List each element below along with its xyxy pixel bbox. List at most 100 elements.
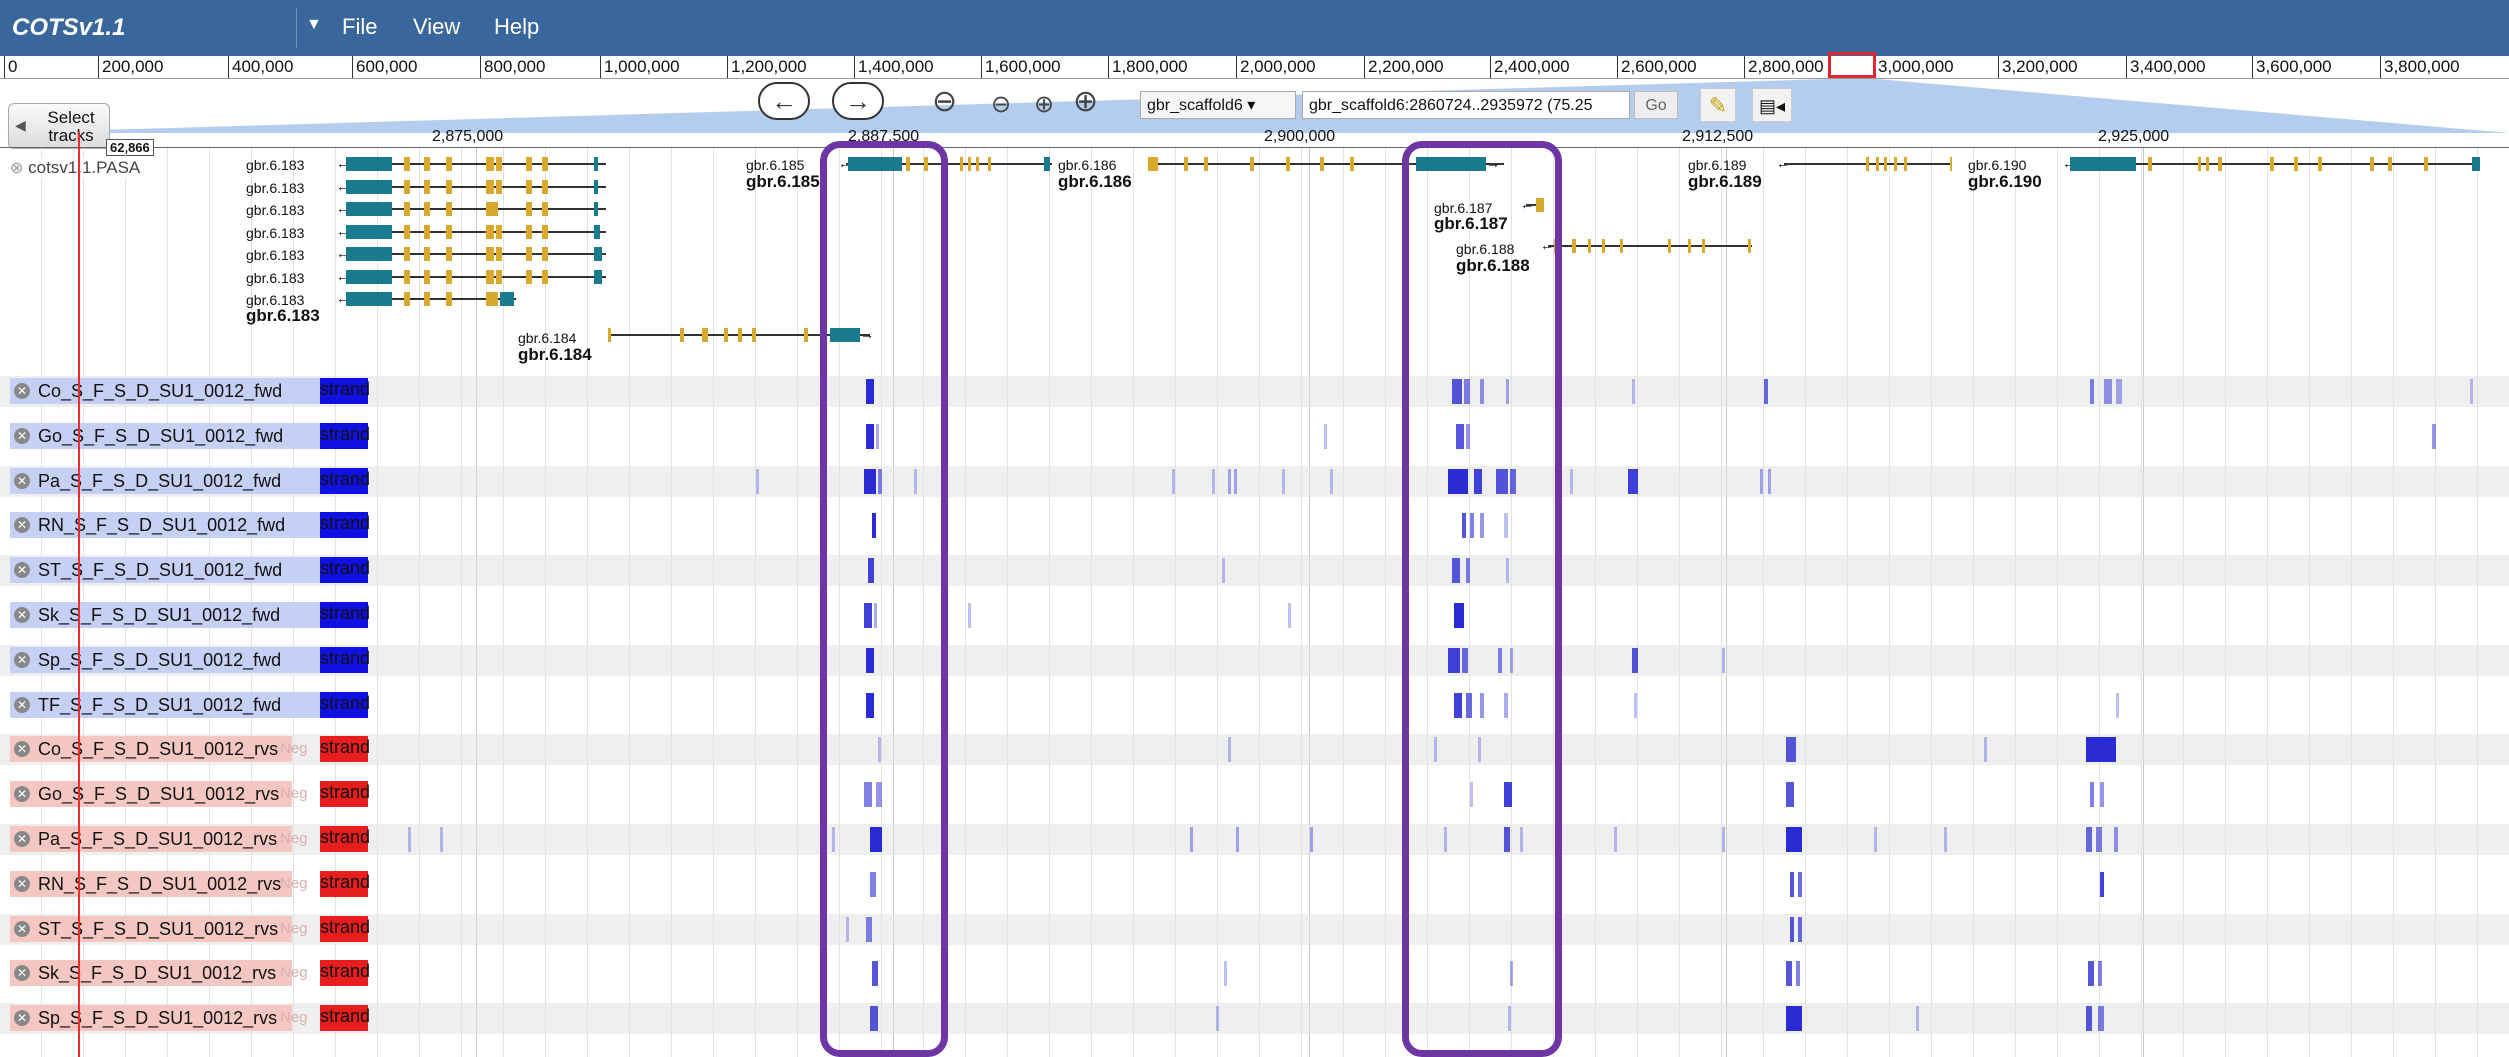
coverage-track-row[interactable]: ✕ Sp_S_F_S_D_SU1_0012_fwd strand	[0, 644, 2509, 676]
transcript-model[interactable]: ←	[1540, 237, 1752, 253]
go-button[interactable]: Go	[1634, 91, 1678, 119]
app-title[interactable]: COTSv1.1	[12, 14, 125, 42]
coverage-track-row[interactable]: ✕ Co_S_F_S_D_SU1_0012_fwd strand	[0, 376, 2509, 407]
transcript-model[interactable]: ←	[2062, 155, 2480, 171]
track-label[interactable]: ✕ Sk_S_F_S_D_SU1_0012_rvs	[10, 960, 292, 987]
coverage-track-row[interactable]: ✕ Pa_S_F_S_D_SU1_0012_rvs Neg strand	[0, 824, 2509, 855]
close-track-icon[interactable]: ✕	[14, 383, 30, 399]
track-label[interactable]: ✕ TF_S_F_S_D_SU1_0012_fwd	[10, 691, 328, 718]
coverage-track-row[interactable]: ✕ Go_S_F_S_D_SU1_0012_rvs Neg strand	[0, 779, 2509, 810]
track-label[interactable]: ✕ Sk_S_F_S_D_SU1_0012_fwd	[10, 602, 328, 628]
gene-name[interactable]: gbr.6.189	[1688, 172, 1762, 192]
gene-name[interactable]: gbr.6.184	[518, 345, 592, 365]
zoom-in-small-icon[interactable]: ⊕	[1034, 90, 1054, 119]
coverage-bar	[1632, 379, 1635, 404]
coverage-track-row[interactable]: ✕ Co_S_F_S_D_SU1_0012_rvs Neg strand	[0, 734, 2509, 766]
coverage-bar	[1632, 647, 1638, 673]
close-track-icon[interactable]: ✕	[14, 875, 30, 892]
close-track-icon[interactable]: ✕	[14, 517, 30, 534]
track-label[interactable]: ✕ Go_S_F_S_D_SU1_0012_rvs	[10, 781, 292, 808]
coverage-track-row[interactable]: ✕ TF_S_F_S_D_SU1_0012_fwd strand	[0, 690, 2509, 721]
track-label[interactable]: ✕ Co_S_F_S_D_SU1_0012_rvs	[10, 736, 292, 763]
zoom-in-large-icon[interactable]: ⊕	[1073, 84, 1098, 119]
transcript-model[interactable]: ←	[1776, 155, 1952, 171]
transcript-model[interactable]: ←	[336, 155, 606, 171]
transcript-model[interactable]: ←	[336, 178, 606, 194]
track-label[interactable]: ✕ ST_S_F_S_D_SU1_0012_rvs	[10, 915, 292, 942]
gene-label[interactable]: gbr.6.183	[246, 270, 304, 286]
menu-file[interactable]: File	[342, 14, 377, 40]
track-label[interactable]: ✕ Co_S_F_S_D_SU1_0012_fwd	[10, 378, 328, 404]
close-track-icon[interactable]: ✕	[14, 786, 30, 803]
close-track-icon[interactable]: ✕	[14, 427, 30, 444]
track-label[interactable]: ✕ RN_S_F_S_D_SU1_0012_rvs	[10, 870, 292, 897]
track-label[interactable]: ✕ Pa_S_F_S_D_SU1_0012_rvs	[10, 826, 292, 852]
gene-label[interactable]: gbr.6.184	[518, 330, 576, 346]
track-label-pasa[interactable]: ⊗ cotsv1.1.PASA	[6, 158, 145, 178]
coverage-track-row[interactable]: ✕ Pa_S_F_S_D_SU1_0012_fwd strand	[0, 465, 2509, 497]
gene-label[interactable]: gbr.6.183	[246, 202, 304, 218]
reference-sequence-select[interactable]: gbr_scaffold6 ▾	[1140, 91, 1296, 119]
transcript-model[interactable]: ←	[336, 245, 606, 261]
overview-tick: 600,000	[352, 56, 417, 78]
menu-bar: COTSv1.1 ▼ File View Help	[0, 0, 2509, 56]
close-track-icon[interactable]: ✕	[14, 696, 30, 713]
track-label[interactable]: ✕ ST_S_F_S_D_SU1_0012_fwd	[10, 557, 328, 584]
zoom-out-small-icon[interactable]: ⊖	[991, 90, 1011, 119]
close-track-icon[interactable]: ✕	[14, 965, 30, 982]
highlight-button[interactable]: ✎	[1700, 88, 1736, 122]
show-hide-tracks-button[interactable]: ▤◂	[1752, 88, 1792, 122]
track-label[interactable]: ✕ Pa_S_F_S_D_SU1_0012_fwd	[10, 467, 328, 494]
gene-label[interactable]: gbr.6.183	[246, 157, 304, 173]
transcript-model[interactable]: ←	[336, 223, 606, 239]
menu-help[interactable]: Help	[494, 14, 539, 40]
gene-name[interactable]: gbr.6.186	[1058, 172, 1132, 192]
close-track-icon[interactable]: ✕	[14, 831, 30, 847]
track-label[interactable]: ✕ Sp_S_F_S_D_SU1_0012_rvs	[10, 1005, 292, 1032]
pan-left-button[interactable]: ←	[758, 82, 810, 120]
close-track-icon[interactable]: ✕	[14, 607, 30, 623]
close-track-icon[interactable]: ✕	[14, 562, 30, 579]
transcript-model[interactable]: ←	[336, 200, 606, 216]
track-label[interactable]: ✕ RN_S_F_S_D_SU1_0012_fwd	[10, 512, 328, 539]
gene-label[interactable]: gbr.6.183	[246, 225, 304, 241]
coverage-track-row[interactable]: ✕ ST_S_F_S_D_SU1_0012_rvs Neg strand	[0, 913, 2509, 945]
close-track-icon[interactable]: ✕	[14, 741, 30, 758]
gene-label[interactable]: gbr.6.183	[246, 247, 304, 263]
overview-ruler[interactable]: 0 200,000 400,000 600,000 800,000 1,000,…	[0, 56, 2509, 79]
gene-name[interactable]: gbr.6.185	[746, 172, 820, 192]
menu-view[interactable]: View	[413, 14, 460, 40]
coverage-track-row[interactable]: ✕ ST_S_F_S_D_SU1_0012_fwd strand	[0, 555, 2509, 587]
transcript-model[interactable]: ←	[336, 268, 606, 284]
gene-label[interactable]: gbr.6.189	[1688, 157, 1746, 173]
gene-label[interactable]: gbr.6.185	[746, 157, 804, 173]
coverage-track-row[interactable]: ✕ Go_S_F_S_D_SU1_0012_fwd strand	[0, 421, 2509, 452]
gene-label[interactable]: gbr.6.190	[1968, 157, 2026, 173]
close-track-icon[interactable]: ✕	[14, 1010, 30, 1027]
pan-right-button[interactable]: →	[832, 82, 884, 120]
close-track-icon[interactable]: ⊗	[10, 160, 23, 177]
zoom-out-large-icon[interactable]: ⊖	[932, 84, 957, 119]
arrow-right-icon: →	[845, 86, 871, 116]
gene-name[interactable]: gbr.6.183	[246, 306, 320, 326]
coverage-bar	[1282, 468, 1285, 494]
coverage-track-row[interactable]: ✕ Sk_S_F_S_D_SU1_0012_rvs Neg strand	[0, 958, 2509, 989]
overview-view-region[interactable]	[1828, 52, 1876, 78]
track-label[interactable]: ✕ Sp_S_F_S_D_SU1_0012_fwd	[10, 646, 328, 673]
track-label-text: ST_S_F_S_D_SU1_0012_rvs	[38, 918, 279, 939]
location-input[interactable]: gbr_scaffold6:2860724..2935972 (75.25	[1302, 91, 1630, 119]
close-track-icon[interactable]: ✕	[14, 472, 30, 489]
coverage-track-row[interactable]: ✕ RN_S_F_S_D_SU1_0012_fwd strand	[0, 510, 2509, 541]
track-label[interactable]: ✕ Go_S_F_S_D_SU1_0012_fwd	[10, 422, 328, 449]
coverage-track-row[interactable]: ✕ RN_S_F_S_D_SU1_0012_rvs Neg strand	[0, 869, 2509, 900]
coverage-track-row[interactable]: ✕ Sp_S_F_S_D_SU1_0012_rvs Neg strand	[0, 1003, 2509, 1035]
close-track-icon[interactable]: ✕	[14, 920, 30, 937]
overview-tick: 400,000	[228, 56, 293, 78]
close-track-icon[interactable]: ✕	[14, 651, 30, 668]
dataset-dropdown-icon[interactable]: ▼	[306, 16, 322, 34]
gene-label[interactable]: gbr.6.186	[1058, 157, 1116, 173]
gene-label[interactable]: gbr.6.183	[246, 180, 304, 196]
coverage-track-row[interactable]: ✕ Sk_S_F_S_D_SU1_0012_fwd strand	[0, 600, 2509, 631]
gene-name[interactable]: gbr.6.190	[1968, 172, 2042, 192]
transcript-model[interactable]: ←	[336, 290, 516, 306]
